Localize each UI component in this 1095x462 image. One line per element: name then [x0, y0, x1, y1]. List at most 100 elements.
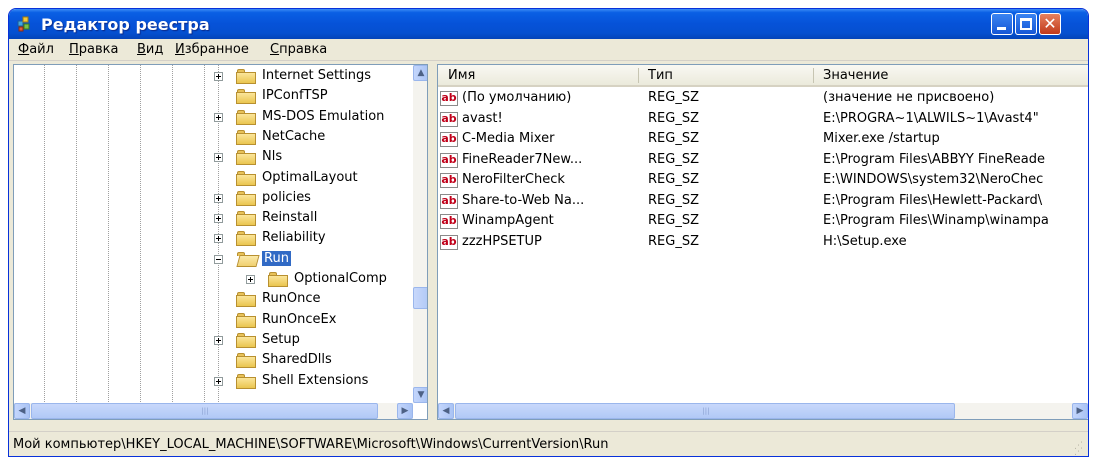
column-separator[interactable]	[638, 68, 639, 83]
tree-item[interactable]: Nls	[14, 148, 412, 168]
menu-favorites[interactable]: Избранное	[175, 42, 249, 57]
expand-icon[interactable]	[214, 234, 223, 244]
expand-icon[interactable]	[214, 335, 223, 345]
cell-type: REG_SZ	[648, 90, 699, 105]
tree-item[interactable]: Run	[14, 250, 412, 270]
chevron-down-icon: ▼	[417, 390, 425, 400]
minimize-button[interactable]	[991, 13, 1013, 35]
cell-value: E:\Program Files\Hewlett-Packard\	[823, 192, 1043, 208]
tree-horizontal-scroll-thumb[interactable]: |||	[31, 403, 378, 419]
folder-icon	[236, 129, 256, 145]
close-icon: ✕	[1043, 14, 1057, 33]
column-header-name[interactable]: Имя	[448, 68, 475, 83]
tree-item-label: Nls	[262, 149, 283, 165]
tree-item[interactable]: OptionalComp	[14, 270, 412, 290]
menu-help[interactable]: Справка	[270, 42, 327, 57]
tree-vertical-scroll-thumb[interactable]	[413, 287, 427, 309]
list-row[interactable]: ab C-Media Mixer REG_SZ Mixer.exe /startup	[438, 130, 1088, 150]
tree-horizontal-scrollbar[interactable]: ◀ ||| ▶	[14, 403, 413, 419]
scroll-grip-icon: |||	[201, 407, 209, 415]
column-separator[interactable]	[813, 68, 814, 83]
minimize-icon	[997, 27, 1006, 30]
tree-item-label: RunOnce	[262, 291, 321, 307]
column-header-type[interactable]: Тип	[648, 68, 673, 83]
folder-icon	[236, 353, 256, 369]
tree-item[interactable]: Setup	[14, 331, 412, 351]
tree-item[interactable]: SharedDlls	[14, 351, 412, 371]
tree-item[interactable]: MS-DOS Emulation	[14, 108, 412, 128]
expand-icon[interactable]	[214, 214, 223, 224]
tree-item[interactable]: Shell Extensions	[14, 372, 412, 392]
folder-icon	[268, 272, 288, 287]
status-path: Мой компьютер\HKEY_LOCAL_MACHINE\SOFTWAR…	[13, 437, 609, 452]
scroll-left-button[interactable]: ◀	[438, 403, 454, 419]
expand-icon[interactable]	[214, 72, 223, 81]
tree-item[interactable]: IPConfTSP	[14, 87, 412, 107]
expand-icon[interactable]	[214, 376, 223, 386]
list-horizontal-scroll-thumb[interactable]: |||	[455, 403, 955, 419]
scroll-right-button[interactable]: ▶	[1072, 403, 1088, 419]
scroll-up-button[interactable]: ▲	[413, 65, 427, 81]
window-title: Редактор реестра	[41, 15, 210, 34]
expand-icon[interactable]	[214, 112, 223, 122]
tree-item[interactable]: Reinstall	[14, 209, 412, 229]
expand-icon[interactable]	[214, 193, 223, 203]
tree-item-label: Run	[262, 250, 291, 266]
folder-icon	[236, 292, 256, 308]
folder-icon	[236, 190, 256, 206]
menu-edit[interactable]: Правка	[69, 42, 118, 57]
tree-vertical-scrollbar[interactable]: ▲ ▼	[413, 65, 427, 403]
tree-item-label: MS-DOS Emulation	[262, 108, 385, 124]
list-row[interactable]: ab NeroFilterCheck REG_SZ E:\WINDOWS\system…	[438, 171, 1088, 191]
tree-item[interactable]: policies	[14, 189, 412, 209]
list-row[interactable]: ab FineReader7New... REG_SZ E:\Program File…	[438, 151, 1088, 171]
cell-name: NeroFilterCheck	[462, 172, 565, 187]
values-list[interactable]: Имя Тип Значение ab (По умолчанию) REG_SZ (…	[437, 64, 1088, 420]
cell-type: REG_SZ	[648, 192, 699, 208]
string-value-icon: ab	[440, 111, 458, 127]
string-value-icon: ab	[440, 193, 458, 209]
list-row[interactable]: ab (По умолчанию) REG_SZ (значение не присв…	[438, 89, 1088, 109]
list-row[interactable]: ab WinampAgent REG_SZ E:\Program Files\Wina…	[438, 212, 1088, 232]
expand-icon[interactable]	[246, 275, 255, 284]
cell-value: E:\Program Files\ABBYY FineReade	[823, 151, 1045, 167]
collapse-icon[interactable]	[214, 254, 223, 264]
title-bar[interactable]: Редактор реестра ✕	[9, 9, 1088, 39]
scroll-down-button[interactable]: ▼	[413, 387, 427, 403]
string-value-icon: ab	[440, 91, 458, 106]
cell-value: Mixer.exe /startup	[823, 131, 940, 146]
column-header-value[interactable]: Значение	[823, 68, 888, 83]
list-row[interactable]: ab Share-to-Web Na... REG_SZ E:\Program Fil…	[438, 192, 1088, 212]
tree-item[interactable]: Reliability	[14, 229, 412, 249]
tree-item[interactable]: Internet Settings	[14, 67, 412, 87]
cell-type: REG_SZ	[648, 233, 699, 249]
cell-type: REG_SZ	[648, 172, 699, 187]
list-row[interactable]: ab avast! REG_SZ E:\PROGRA~1\ALWILS~1\Avast…	[438, 110, 1088, 130]
cell-value: E:\PROGRA~1\ALWILS~1\Avast4"	[823, 110, 1039, 126]
tree-item-label: RunOnceEx	[262, 311, 337, 327]
folder-icon	[236, 231, 256, 247]
tree-item-label: NetCache	[262, 128, 326, 144]
menu-file[interactable]: Файл	[18, 42, 54, 57]
tree-item[interactable]: OptimalLayout	[14, 169, 412, 189]
tree-item[interactable]: RunOnce	[14, 290, 412, 310]
expand-icon[interactable]	[214, 153, 223, 163]
key-tree[interactable]: Internet Settings IPConfTSP MS-DOS Emulati…	[13, 64, 428, 420]
folder-icon	[236, 89, 256, 105]
close-button[interactable]: ✕	[1039, 13, 1061, 35]
maximize-icon	[1020, 18, 1032, 30]
tree-item[interactable]: NetCache	[14, 128, 412, 148]
folder-icon	[236, 312, 256, 328]
menu-view[interactable]: Вид	[137, 42, 163, 57]
tree-item[interactable]: RunOnceEx	[14, 311, 412, 331]
cell-name: WinampAgent	[462, 213, 554, 228]
list-horizontal-scrollbar[interactable]: ◀ ||| ▶	[438, 403, 1088, 419]
resize-grip-icon[interactable]: ⋰ ⋰	[1074, 442, 1086, 457]
list-row[interactable]: ab zzzHPSETUP REG_SZ H:\Setup.exe	[438, 233, 1088, 253]
scroll-left-button[interactable]: ◀	[14, 403, 30, 419]
scroll-right-button[interactable]: ▶	[397, 403, 413, 419]
cell-value: (значение не присвоено)	[823, 90, 995, 105]
maximize-button[interactable]	[1015, 13, 1037, 35]
registry-editor-window: Редактор реестра ✕ Файл Правка Вид Избра…	[8, 8, 1089, 457]
chevron-up-icon: ▲	[417, 68, 425, 78]
